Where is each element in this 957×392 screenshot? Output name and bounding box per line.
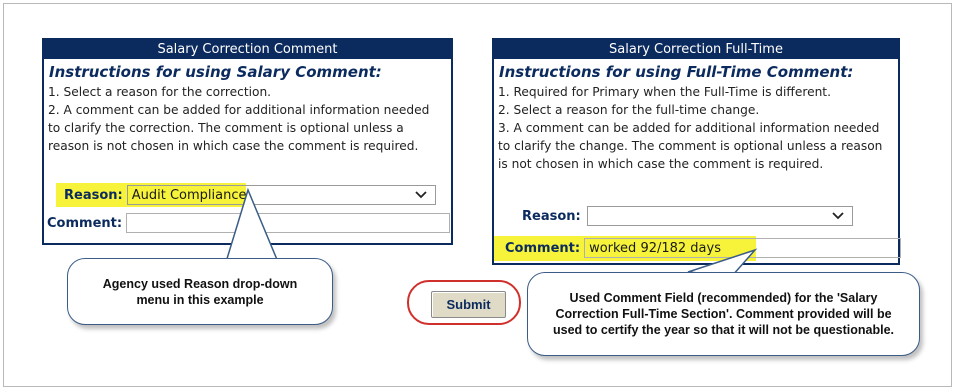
reason-callout: Agency used Reason drop-down menu in thi…	[67, 258, 333, 325]
callout-text: Agency used Reason drop-down menu in thi…	[102, 276, 298, 307]
pointer-seam	[229, 259, 275, 263]
callout-text: Used Comment Field (recommended) for the…	[552, 291, 895, 337]
left-callout-pointer	[224, 187, 280, 263]
pointer-seam	[690, 273, 730, 277]
comment-callout: Used Comment Field (recommended) for the…	[527, 272, 920, 356]
